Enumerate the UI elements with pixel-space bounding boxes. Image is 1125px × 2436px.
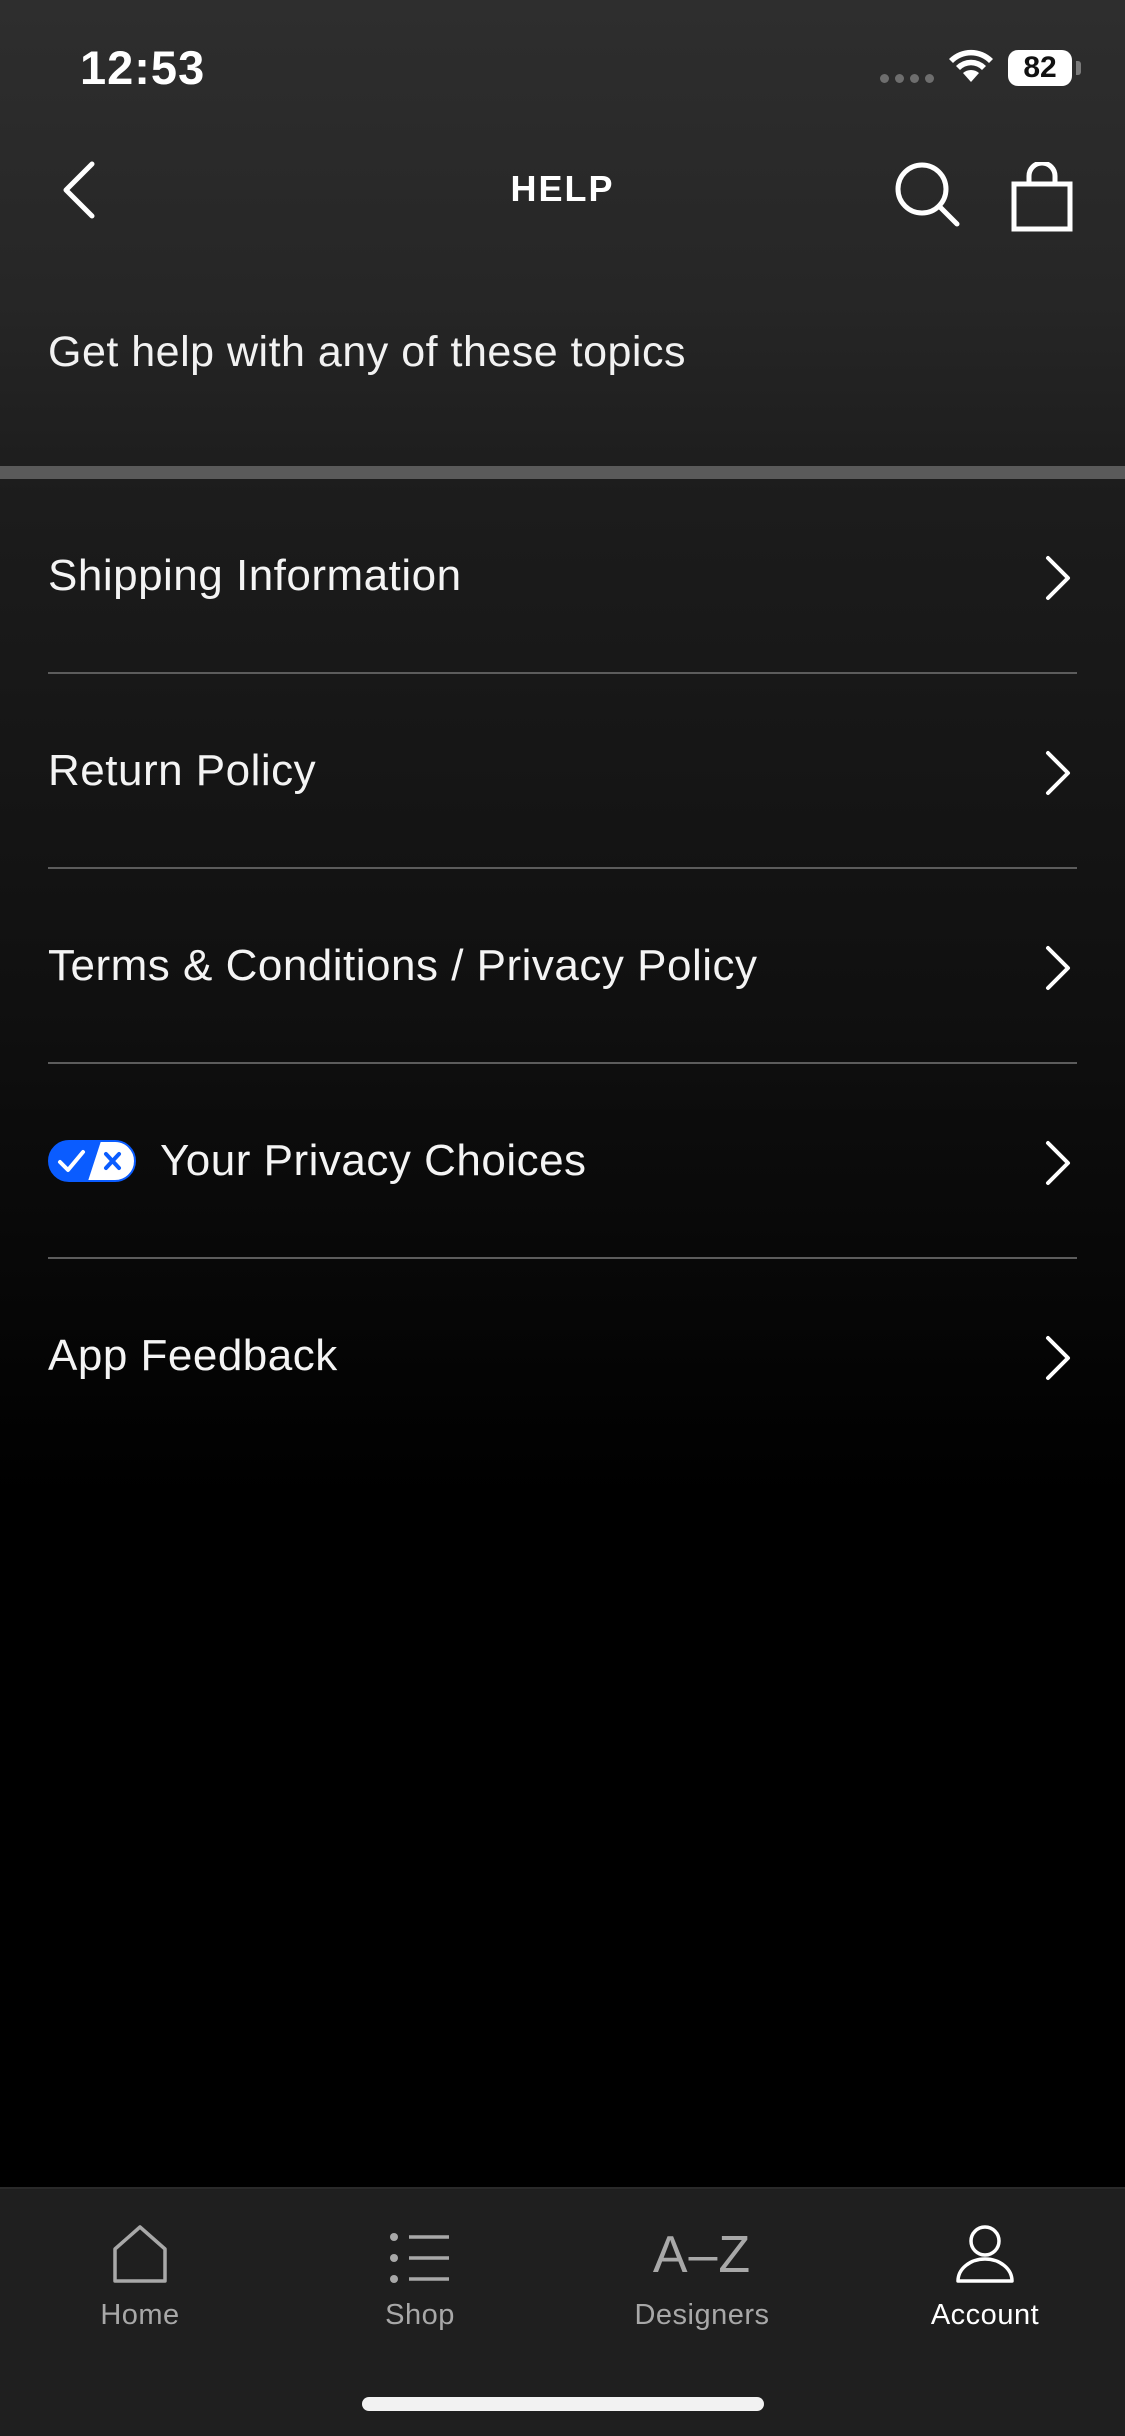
shopping-bag-button[interactable]	[1000, 155, 1084, 239]
tab-home[interactable]: Home	[40, 2217, 240, 2357]
home-icon	[113, 2225, 167, 2283]
status-time: 12:53	[80, 41, 206, 94]
battery-level: 82	[1008, 50, 1072, 86]
tab-shop[interactable]: Shop	[320, 2217, 520, 2357]
chevron-right-icon	[1037, 1328, 1077, 1388]
az-glyph: A–Z	[652, 2226, 752, 2284]
help-item-label: App Feedback	[48, 1330, 338, 1380]
home-indicator[interactable]	[362, 2397, 764, 2411]
help-item-return-policy[interactable]: Return Policy	[48, 674, 1077, 869]
help-item-label: Your Privacy Choices	[160, 1135, 587, 1185]
section-divider	[0, 466, 1125, 479]
cellular-signal-icon	[880, 74, 934, 83]
search-icon	[895, 162, 960, 227]
tab-label: Shop	[385, 2299, 455, 2331]
help-item-terms-privacy[interactable]: Terms & Conditions / Privacy Policy	[48, 869, 1077, 1064]
help-item-label: Shipping Information	[48, 550, 462, 600]
wifi-icon	[949, 49, 993, 82]
chevron-right-icon	[1037, 743, 1077, 803]
tab-account[interactable]: Account	[885, 2217, 1085, 2357]
help-item-label: Terms & Conditions / Privacy Policy	[48, 940, 758, 990]
search-button[interactable]	[888, 155, 968, 235]
account-icon	[956, 2225, 1014, 2283]
help-screen: 12:53 82 HELP Get help with any of these…	[0, 0, 1125, 2436]
battery-cap	[1076, 61, 1081, 75]
chevron-right-icon	[1037, 548, 1077, 608]
shopping-bag-icon	[1011, 162, 1073, 232]
status-bar: 12:53 82	[0, 0, 1125, 130]
tab-designers[interactable]: A–Z Designers	[602, 2217, 802, 2357]
list-icon	[390, 2233, 449, 2283]
chevron-right-icon	[1037, 938, 1077, 998]
tab-label: Home	[100, 2299, 180, 2331]
help-item-app-feedback[interactable]: App Feedback	[48, 1259, 1077, 1452]
help-topic-list: Shipping Information Return Policy Terms…	[48, 479, 1077, 1452]
help-item-label: Return Policy	[48, 745, 317, 795]
help-item-privacy-choices[interactable]: Your Privacy Choices	[48, 1064, 1077, 1259]
navigation-bar: HELP	[0, 130, 1125, 260]
tab-label: Account	[930, 2299, 1040, 2331]
privacy-toggle-icon	[48, 1139, 136, 1182]
chevron-right-icon	[1037, 1133, 1077, 1193]
tab-label: Designers	[634, 2299, 770, 2331]
help-item-shipping-information[interactable]: Shipping Information	[48, 479, 1077, 674]
intro-text: Get help with any of these topics	[48, 328, 686, 376]
